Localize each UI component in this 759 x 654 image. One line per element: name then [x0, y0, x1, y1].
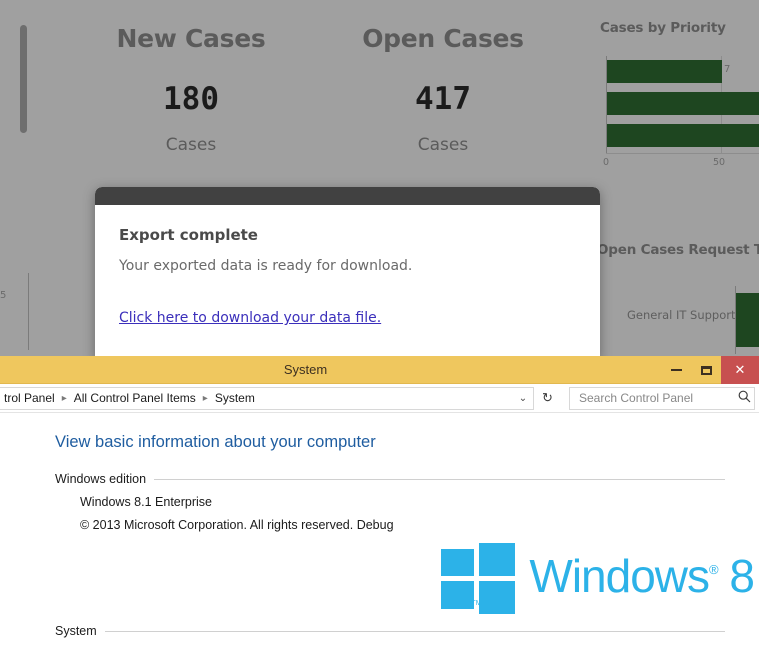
- page-title: View basic information about your comput…: [55, 433, 376, 451]
- windows-edition-value: Windows 8.1 Enterprise: [80, 495, 213, 509]
- breadcrumb-item-system[interactable]: System: [215, 391, 255, 405]
- minimize-button[interactable]: [661, 356, 691, 384]
- windows-flag-icon: TM: [441, 543, 516, 614]
- wordmark-text: Windows: [529, 550, 710, 602]
- close-button[interactable]: ✕: [721, 356, 759, 384]
- registered-mark: ®: [709, 562, 719, 577]
- maximize-icon: [700, 365, 712, 375]
- breadcrumb[interactable]: trol Panel ▸ All Control Panel Items ▸ S…: [0, 386, 534, 410]
- dialog-message: Your exported data is ready for download…: [119, 258, 413, 274]
- chart-open-cases-request-type[interactable]: Open Cases Request T General IT Support: [597, 242, 759, 357]
- dialog-heading: Export complete: [119, 226, 258, 244]
- section-header-system: System: [55, 624, 725, 638]
- chart-category-label: General IT Support: [627, 308, 736, 322]
- chart-x-tick: 50: [713, 157, 726, 168]
- chart-title: Open Cases Request T: [597, 242, 759, 258]
- kpi-value: 417: [415, 81, 471, 117]
- chevron-down-icon[interactable]: ⌄: [513, 393, 533, 404]
- kpi-card-open-cases: Open Cases 417 Cases: [328, 24, 558, 155]
- search-input[interactable]: [570, 391, 734, 405]
- chevron-right-icon: ▸: [202, 392, 208, 404]
- screen-root: New Cases 180 Cases Open Cases 417 Cases…: [0, 0, 759, 654]
- kpi-unit: Cases: [417, 135, 469, 155]
- dialog-titlebar[interactable]: [95, 187, 600, 205]
- chevron-right-icon: ▸: [61, 392, 67, 404]
- window-content: View basic information about your comput…: [0, 413, 759, 638]
- section-header-windows-edition: Windows edition: [55, 472, 725, 486]
- control-panel-system-window: System ✕ trol Panel ▸ All Control Panel …: [0, 356, 759, 654]
- chart-x-tick: 0: [603, 157, 610, 168]
- kpi-title: Open Cases: [362, 24, 524, 53]
- window-title: System: [283, 362, 328, 377]
- windows-wordmark: Windows® 8: [529, 550, 755, 602]
- chart-cases-by-priority[interactable]: Cases by Priority 7 0 50: [600, 20, 759, 175]
- chart-bar[interactable]: [607, 60, 722, 83]
- export-complete-dialog: Export complete Your exported data is re…: [95, 187, 600, 360]
- kpi-unit: Cases: [165, 135, 217, 155]
- kpi-card-new-cases: New Cases 180 Cases: [76, 24, 306, 155]
- divider: [104, 630, 725, 632]
- search-box[interactable]: [569, 386, 755, 410]
- windows-copyright: © 2013 Microsoft Corporation. All rights…: [80, 518, 394, 532]
- close-icon: ✕: [734, 362, 746, 377]
- chart-axis-fragment: [28, 273, 29, 350]
- breadcrumb-item-control-panel[interactable]: trol Panel: [4, 391, 55, 405]
- chart-plot-area: [606, 56, 759, 154]
- search-icon[interactable]: [734, 390, 754, 406]
- window-titlebar[interactable]: System ✕: [0, 356, 759, 384]
- breadcrumb-item-all-control-panel-items[interactable]: All Control Panel Items: [74, 391, 196, 405]
- trademark-mark: TM: [471, 600, 482, 607]
- refresh-icon[interactable]: ↻: [536, 387, 559, 410]
- dashboard-scrollbar-thumb[interactable]: [20, 25, 27, 133]
- chart-bar[interactable]: [607, 124, 759, 147]
- dialog-body: Export complete Your exported data is re…: [95, 205, 600, 327]
- chart-tick-fragment: 5: [0, 290, 7, 301]
- maximize-button[interactable]: [691, 356, 721, 384]
- divider: [154, 478, 725, 480]
- address-bar: trol Panel ▸ All Control Panel Items ▸ S…: [0, 384, 759, 413]
- chart-bar[interactable]: [736, 293, 759, 347]
- kpi-title: New Cases: [116, 24, 266, 53]
- chart-bar-value-label: 7: [724, 64, 731, 75]
- section-label: System: [55, 624, 97, 638]
- windows-8-logo: TM Windows® 8: [441, 543, 755, 614]
- chart-x-axis: [606, 153, 759, 154]
- minimize-icon: [670, 369, 682, 371]
- section-label: Windows edition: [55, 472, 147, 486]
- wordmark-version: 8: [729, 550, 755, 602]
- kpi-value: 180: [163, 81, 219, 117]
- chart-title: Cases by Priority: [600, 20, 726, 36]
- download-data-file-link[interactable]: Click here to download your data file.: [119, 310, 381, 326]
- chart-bar[interactable]: [607, 92, 759, 115]
